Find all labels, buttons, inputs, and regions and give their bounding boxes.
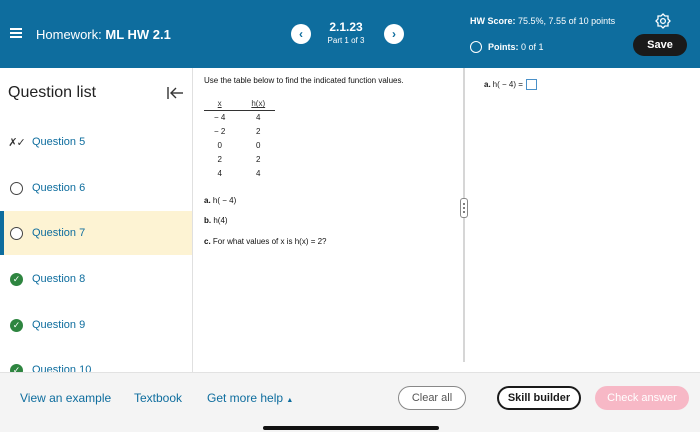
clear-all-button[interactable]: Clear all <box>398 386 466 410</box>
view-example-link[interactable]: View an example <box>20 391 111 405</box>
answer-line-a: a. h( − 4) = <box>484 79 537 90</box>
partial-credit-icon: ✗✓ <box>8 136 25 149</box>
question-list-item-label: Question 7 <box>32 227 86 239</box>
function-table: x h(x) − 44 − 22 00 22 44 <box>204 98 276 180</box>
table-cell: 2 <box>256 126 261 136</box>
question-part-b: b. h(4) <box>204 216 228 225</box>
chevron-left-icon: ‹ <box>299 27 303 41</box>
top-header: Homework: ML HW 2.1 ‹ 2.1.23 Part 1 of 3… <box>0 0 700 68</box>
unanswered-circle-icon <box>10 181 23 195</box>
question-list-item-label: Question 10 <box>32 364 92 372</box>
question-part-c: c. For what values of x is h(x) = 2? <box>204 237 327 246</box>
answer-input-box[interactable] <box>525 79 537 90</box>
previous-question-button[interactable]: ‹ <box>291 24 311 44</box>
answer-part-letter: a. <box>484 80 491 89</box>
question-list-item-label: Question 9 <box>32 319 86 331</box>
question-list-item-9[interactable]: ✓ Question 9 <box>0 303 192 347</box>
part-text: h( − 4) <box>212 196 237 205</box>
get-more-help-label: Get more help <box>207 391 284 405</box>
homework-title: Homework: ML HW 2.1 <box>36 27 171 42</box>
part-text: h(4) <box>213 216 228 225</box>
question-list-item-8[interactable]: ✓ Question 8 <box>0 257 192 301</box>
collapse-left-icon[interactable] <box>166 86 184 100</box>
bottom-toolbar: View an example Textbook Get more help ▲… <box>0 372 700 432</box>
hw-score-value: 75.5%, 7.55 of 10 points <box>518 16 616 26</box>
homework-title-name: ML HW 2.1 <box>105 27 171 42</box>
checkmark-icon: ✓ <box>10 318 23 332</box>
table-cell: 0 <box>217 140 222 150</box>
answer-pane: a. h( − 4) = <box>466 68 700 372</box>
table-cell: 2 <box>256 154 261 164</box>
checkmark-icon: ✓ <box>10 363 23 372</box>
points-circle-icon <box>470 41 482 53</box>
points-value: 0 of 1 <box>521 42 544 52</box>
table-row: 00 <box>204 138 275 152</box>
check-answer-button[interactable]: Check answer <box>595 386 689 410</box>
table-cell: 4 <box>256 112 261 122</box>
question-list-item-7[interactable]: Question 7 <box>0 211 192 255</box>
part-letter: b. <box>204 216 212 225</box>
table-row: 44 <box>204 166 275 180</box>
hw-score-label: HW Score: <box>470 16 516 26</box>
table-cell: 0 <box>256 140 261 150</box>
question-number: 2.1.23 <box>329 20 363 34</box>
points-indicator: Points: 0 of 1 <box>470 41 544 53</box>
question-list-item-10[interactable]: ✓ Question 10 <box>0 348 192 372</box>
question-part-a: a. h( − 4) <box>204 196 236 205</box>
table-cell: 4 <box>217 168 222 178</box>
table-header-hx: h(x) <box>241 98 276 111</box>
question-list-item-label: Question 5 <box>32 136 86 148</box>
caret-up-icon: ▲ <box>286 397 294 404</box>
homework-title-prefix: Homework: <box>36 27 102 42</box>
table-cell: − 4 <box>214 112 226 122</box>
part-indicator: Part 1 of 3 <box>327 36 365 45</box>
question-pane: Use the table below to find the indicate… <box>194 68 462 372</box>
menu-icon[interactable] <box>10 28 22 38</box>
part-letter: c. <box>204 237 211 246</box>
question-list-item-5[interactable]: ✗✓ Question 5 <box>0 120 192 164</box>
checkmark-icon: ✓ <box>10 272 23 286</box>
hw-score: HW Score: 75.5%, 7.55 of 10 points <box>470 16 620 27</box>
unanswered-circle-icon <box>10 226 23 240</box>
part-text: For what values of x is h(x) = 2? <box>212 237 327 246</box>
question-list-item-label: Question 8 <box>32 273 86 285</box>
table-cell: 4 <box>256 168 261 178</box>
points-label: Points: <box>488 42 519 52</box>
table-cell: 2 <box>217 154 222 164</box>
save-button[interactable]: Save <box>633 34 687 56</box>
question-list-title: Question list <box>8 84 97 101</box>
question-list-item-6[interactable]: Question 6 <box>0 166 192 210</box>
question-list-item-label: Question 6 <box>32 182 86 194</box>
question-list-sidebar: Question list ✗✓ Question 5 Question 6 Q… <box>0 68 193 372</box>
table-row: − 2 2 <box>204 124 275 138</box>
gear-icon[interactable] <box>655 13 671 29</box>
table-header-x: x <box>204 98 242 111</box>
next-question-button[interactable]: › <box>384 24 404 44</box>
chevron-right-icon: › <box>392 27 396 41</box>
skill-builder-button[interactable]: Skill builder <box>497 386 581 410</box>
answer-prompt: h( − 4) = <box>492 80 523 89</box>
get-more-help-link[interactable]: Get more help ▲ <box>207 391 293 405</box>
table-cell: − 2 <box>214 126 226 136</box>
table-row: − 4 4 <box>204 110 275 124</box>
part-letter: a. <box>204 196 211 205</box>
home-indicator-bar <box>263 426 439 430</box>
table-row: 22 <box>204 152 275 166</box>
question-instruction: Use the table below to find the indicate… <box>204 76 404 85</box>
textbook-link[interactable]: Textbook <box>134 391 182 405</box>
